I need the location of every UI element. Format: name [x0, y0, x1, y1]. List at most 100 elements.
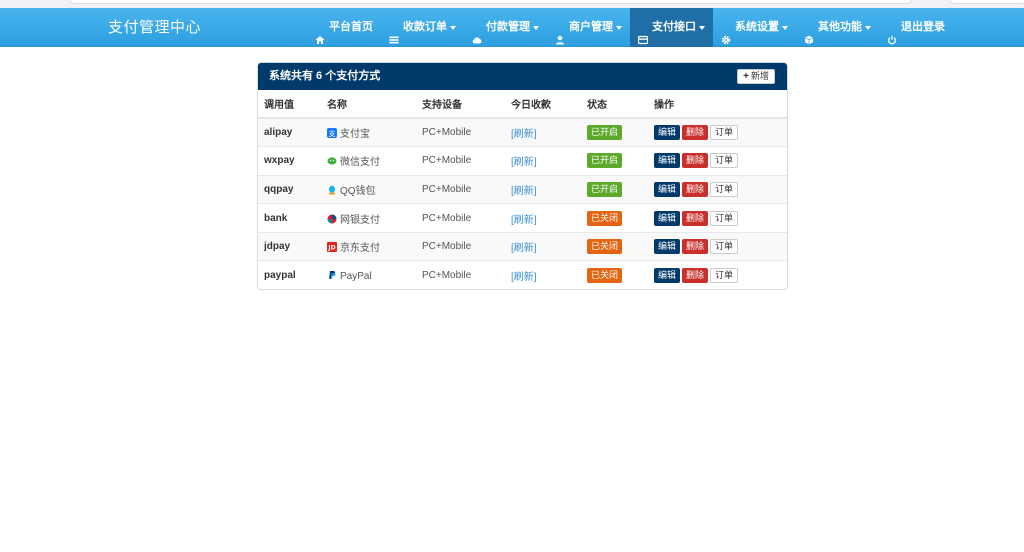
orders-button[interactable]: 订单 [710, 210, 739, 226]
header-code: 调用值 [258, 90, 321, 119]
status-cell: 已开启 [581, 117, 648, 147]
address-bar[interactable] [68, 0, 913, 4]
nav-item-label: 商户管理 [569, 21, 613, 33]
brand-title[interactable]: 支付管理中心 [108, 8, 201, 47]
header-today: 今日收款 [505, 90, 581, 119]
top-navbar: 支付管理中心 平台首页 收款订单 付款管理 商户管理 支付接口 系统设置 其他功能 退出登录 [0, 8, 1024, 47]
payment-name-cell: QQ钱包 [321, 174, 416, 204]
actions-cell: 编辑 删除 订单 [648, 146, 787, 176]
payment-name-cell: JD 京东支付 [321, 231, 416, 261]
payment-code: qqpay [258, 174, 321, 204]
paypal-icon [327, 270, 337, 280]
payment-name-cell: 支支付宝 [321, 117, 416, 147]
header-status: 状态 [581, 90, 648, 119]
payment-code: paypal [258, 260, 321, 289]
caret-down-icon [699, 26, 705, 30]
nav-item-1[interactable]: 收款订单 [381, 8, 464, 47]
nav-item-2[interactable]: 付款管理 [464, 8, 547, 47]
refresh-link[interactable]: [刷新] [511, 157, 537, 168]
delete-button[interactable]: 删除 [682, 239, 709, 255]
status-toggle[interactable]: 已开启 [587, 181, 623, 197]
nav-item-label: 付款管理 [486, 21, 530, 33]
edit-button[interactable]: 编辑 [654, 125, 681, 141]
actions-cell: 编辑 删除 订单 [648, 174, 787, 204]
nav-item-6[interactable]: 其他功能 [796, 8, 879, 47]
panel-title: 系统共有 6 个支付方式 [269, 70, 381, 82]
delete-button[interactable]: 删除 [682, 153, 709, 169]
today-income-cell: [刷新] [505, 260, 581, 289]
actions-cell: 编辑 删除 订单 [648, 203, 787, 233]
payment-code: alipay [258, 117, 321, 147]
payment-name: 支付宝 [340, 129, 370, 141]
table-row: bank 网银支付 PC+Mobile [刷新] 已关闭 编辑 删除 订单 [258, 203, 787, 233]
orders-button[interactable]: 订单 [710, 125, 739, 141]
header-device: 支持设备 [416, 90, 505, 119]
today-income-cell: [刷新] [505, 203, 581, 233]
refresh-link[interactable]: [刷新] [511, 243, 537, 254]
payment-code: jdpay [258, 231, 321, 261]
nav-item-3[interactable]: 商户管理 [547, 8, 630, 47]
table-row: jdpay JD 京东支付 PC+Mobile [刷新] 已关闭 编辑 删除 订单 [258, 231, 787, 261]
delete-button[interactable]: 删除 [682, 181, 709, 197]
cloud-icon [472, 23, 482, 43]
jd-icon: JD [327, 242, 337, 253]
status-toggle[interactable]: 已开启 [587, 153, 623, 169]
power-icon [887, 23, 897, 44]
payment-code: bank [258, 203, 321, 233]
edit-button[interactable]: 编辑 [654, 210, 681, 226]
panel-header: 系统共有 6 个支付方式 + 新增 [258, 63, 787, 90]
orders-button[interactable]: 订单 [710, 153, 739, 169]
nav-item-label: 其他功能 [818, 21, 862, 33]
delete-button[interactable]: 删除 [682, 268, 709, 284]
header-name: 名称 [321, 90, 416, 119]
plus-icon: + [743, 71, 749, 82]
edit-button[interactable]: 编辑 [654, 268, 681, 284]
refresh-link[interactable]: [刷新] [511, 129, 537, 140]
orders-button[interactable]: 订单 [710, 239, 739, 255]
caret-down-icon [533, 26, 539, 30]
payment-methods-panel: 系统共有 6 个支付方式 + 新增 调用值 名称 支持设备 今日收款 状态 操作… [257, 62, 788, 290]
status-toggle[interactable]: 已开启 [587, 125, 623, 141]
status-cell: 已开启 [581, 174, 648, 204]
status-cell: 已关闭 [581, 203, 648, 233]
orders-button[interactable]: 订单 [710, 268, 739, 284]
nav-item-0[interactable]: 平台首页 [307, 8, 381, 47]
svg-text:支: 支 [329, 129, 336, 138]
edit-button[interactable]: 编辑 [654, 153, 681, 169]
payment-device: PC+Mobile [416, 174, 505, 204]
status-toggle[interactable]: 已关闭 [587, 268, 623, 284]
refresh-link[interactable]: [刷新] [511, 186, 537, 197]
refresh-link[interactable]: [刷新] [511, 272, 537, 283]
orders-button[interactable]: 订单 [710, 181, 739, 197]
add-payment-button[interactable]: + 新增 [737, 69, 775, 84]
user-icon [555, 23, 565, 44]
payment-code: wxpay [258, 146, 321, 176]
svg-text:JD: JD [327, 245, 335, 252]
nav-item-label: 系统设置 [735, 21, 779, 33]
delete-button[interactable]: 删除 [682, 125, 709, 141]
delete-button[interactable]: 删除 [682, 210, 709, 226]
payment-methods-table: 调用值 名称 支持设备 今日收款 状态 操作 alipay 支支付宝 PC+Mobi… [258, 90, 787, 289]
nav-item-5[interactable]: 系统设置 [713, 8, 796, 47]
home-icon [315, 23, 325, 44]
refresh-link[interactable]: [刷新] [511, 215, 537, 226]
payment-device: PC+Mobile [416, 117, 505, 147]
add-button-label: 新增 [750, 71, 769, 81]
edit-button[interactable]: 编辑 [654, 239, 681, 255]
nav-item-7[interactable]: 退出登录 [879, 8, 953, 47]
table-header-row: 调用值 名称 支持设备 今日收款 状态 操作 [258, 90, 787, 119]
wechat-icon [327, 156, 337, 166]
status-toggle[interactable]: 已关闭 [587, 210, 623, 226]
gear-icon [721, 23, 731, 44]
payment-device: PC+Mobile [416, 146, 505, 176]
browser-control[interactable] [948, 0, 1024, 4]
nav-item-4[interactable]: 支付接口 [630, 8, 713, 47]
caret-down-icon [616, 26, 622, 30]
actions-cell: 编辑 删除 订单 [648, 260, 787, 289]
status-cell: 已关闭 [581, 260, 648, 289]
unionpay-icon [327, 214, 337, 224]
status-toggle[interactable]: 已关闭 [587, 239, 623, 255]
payment-name: QQ钱包 [340, 185, 376, 197]
payment-name: 微信支付 [340, 157, 380, 169]
edit-button[interactable]: 编辑 [654, 181, 681, 197]
